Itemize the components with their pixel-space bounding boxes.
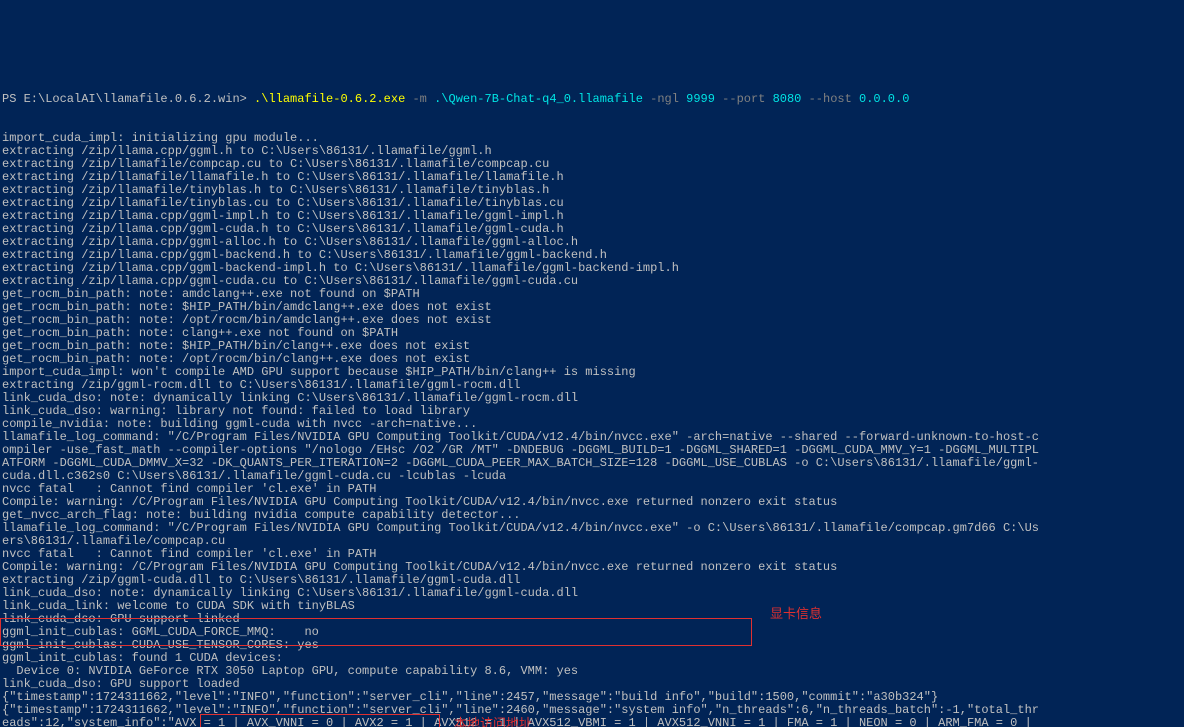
- host-val: 0.0.0.0: [859, 92, 909, 106]
- terminal-line: eads":12,"system_info":"AVX = 1 | AVX_VN…: [0, 717, 1184, 727]
- opt-ngl: -ngl: [643, 92, 686, 106]
- opt-m: -m: [405, 92, 434, 106]
- model-file: .\Qwen-7B-Chat-q4_0.llamafile: [434, 92, 643, 106]
- ngl-val: 9999: [686, 92, 715, 106]
- opt-host: --host: [801, 92, 859, 106]
- opt-port: --port: [715, 92, 773, 106]
- terminal-window[interactable]: PS E:\LocalAI\llamafile.0.6.2.win> .\lla…: [0, 65, 1184, 727]
- terminal-line: {"timestamp":1724311662,"level":"INFO","…: [0, 704, 1184, 717]
- port-val: 8080: [773, 92, 802, 106]
- exe-name: .\llamafile-0.6.2.exe: [254, 92, 405, 106]
- terminal-output: import_cuda_impl: initializing gpu modul…: [0, 132, 1184, 727]
- prompt-line: PS E:\LocalAI\llamafile.0.6.2.win> .\lla…: [0, 93, 1184, 106]
- ps-prefix: PS E:\LocalAI\llamafile.0.6.2.win>: [2, 92, 254, 106]
